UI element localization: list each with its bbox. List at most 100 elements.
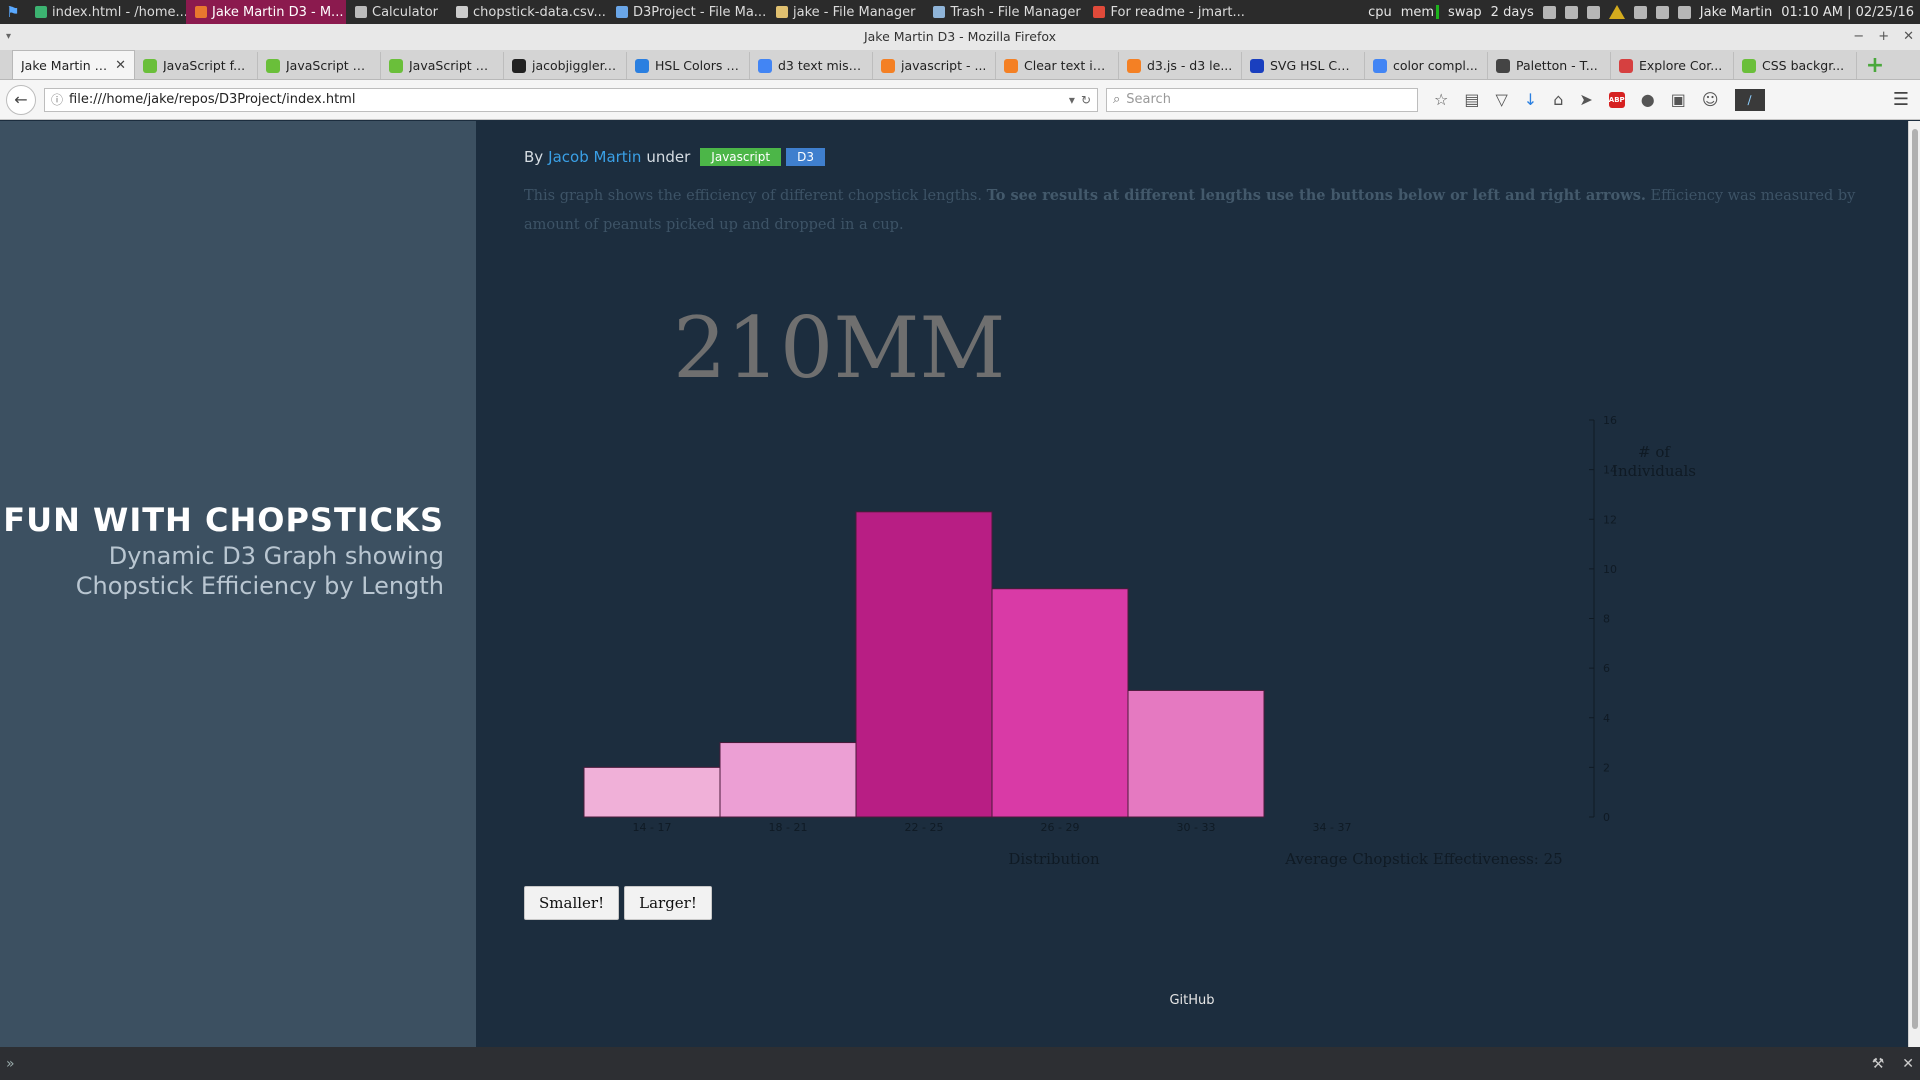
close-addon-bar-icon[interactable]: ✕: [1902, 1056, 1914, 1072]
clock[interactable]: 01:10 AM | 02/25/16: [1781, 5, 1914, 20]
reading-list-icon[interactable]: ▤: [1464, 90, 1479, 109]
taskbar-task[interactable]: Calculator: [346, 0, 447, 24]
mem-meter-icon: [1436, 5, 1440, 19]
taskbar-task[interactable]: D3Project - File Ma...: [607, 0, 767, 24]
pocket-icon[interactable]: ▽: [1495, 90, 1507, 109]
tab-favicon-icon: [881, 58, 895, 73]
browser-tab[interactable]: JavaScript f...: [135, 52, 258, 79]
uptime-label: 2 days: [1490, 4, 1534, 20]
tab-favicon-icon: [389, 58, 403, 73]
browser-tab[interactable]: CSS backgr...: [1734, 52, 1857, 79]
task-app-icon: [355, 6, 367, 18]
search-icon: ⌕: [1113, 92, 1121, 107]
tab-label: Clear text in...: [1024, 58, 1110, 73]
bar: [583, 766, 721, 818]
mail-icon[interactable]: [1633, 5, 1647, 19]
back-button[interactable]: ←: [6, 84, 36, 115]
warning-icon[interactable]: [1608, 5, 1625, 19]
tag-badge[interactable]: D3: [786, 148, 825, 166]
taskbar-task[interactable]: Trash - File Manager: [924, 0, 1084, 24]
size-controls: Smaller! Larger!: [524, 886, 712, 920]
search-bar[interactable]: ⌕ Search: [1106, 87, 1418, 112]
tab-label: d3.js - d3 le...: [1147, 58, 1233, 73]
tab-favicon-icon: [1004, 58, 1018, 73]
wifi-icon[interactable]: [1586, 5, 1600, 19]
toolbar-icons: ☆ ▤ ▽ ↓ ⌂ ➤ ABP ● ▣ ☺ ∕: [1434, 88, 1765, 111]
larger-button[interactable]: Larger!: [624, 886, 712, 920]
bars-group: [583, 511, 1265, 818]
y-tick-label: 8: [1603, 613, 1610, 626]
browser-tab[interactable]: Clear text in...: [996, 52, 1119, 79]
battery-icon[interactable]: [1677, 5, 1691, 19]
maximize-icon[interactable]: +: [1878, 24, 1889, 50]
search-placeholder[interactable]: Search: [1126, 92, 1171, 107]
extension-icon[interactable]: ▣: [1671, 90, 1686, 109]
bookmark-star-icon[interactable]: ☆: [1434, 90, 1448, 109]
task-label: Trash - File Manager: [950, 4, 1081, 20]
site-info-icon[interactable]: ⓘ: [51, 91, 63, 108]
bluetooth-icon[interactable]: [1542, 5, 1556, 19]
x-tick-label: 34 - 37: [1313, 821, 1352, 834]
browser-tab[interactable]: Jake Martin D3 ✕: [12, 50, 135, 79]
close-window-icon[interactable]: ✕: [1903, 24, 1914, 50]
taskbar-task[interactable]: For readme - jmart...: [1084, 0, 1244, 24]
x-tick-label: 26 - 29: [1041, 821, 1080, 834]
tag-badge[interactable]: Javascript: [700, 148, 782, 166]
taskbar-task[interactable]: jake - File Manager: [767, 0, 924, 24]
devtools-icon[interactable]: ∕: [1734, 88, 1765, 111]
github-link[interactable]: GitHub: [476, 993, 1908, 1008]
browser-tab[interactable]: Paletton - T...: [1488, 52, 1611, 79]
chat-icon[interactable]: ●: [1641, 90, 1655, 109]
smaller-button[interactable]: Smaller!: [524, 886, 620, 920]
browser-tab[interactable]: JavaScript N...: [258, 52, 381, 79]
page-scrollbar[interactable]: [1908, 121, 1920, 1047]
browser-tab[interactable]: d3.js - d3 le...: [1119, 52, 1242, 79]
browser-tab[interactable]: jacobjiggler....: [504, 52, 627, 79]
tab-favicon-icon: [143, 58, 157, 73]
url-dropdown-icon[interactable]: ▾: [1069, 93, 1075, 107]
tab-label: Jake Martin D3: [21, 57, 110, 73]
chrome-tray-icon[interactable]: [1564, 5, 1578, 19]
url-bar[interactable]: ⓘ file:///home/jake/repos/D3Project/inde…: [44, 87, 1098, 112]
tab-label: HSL Colors -...: [655, 58, 741, 73]
bar: [719, 742, 857, 818]
window-menu-icon[interactable]: ▾: [6, 24, 11, 50]
app-menu-icon[interactable]: ⚑: [0, 0, 26, 24]
send-tab-icon[interactable]: ➤: [1579, 90, 1592, 109]
tab-label: jacobjiggler....: [532, 58, 618, 73]
close-tab-icon[interactable]: ✕: [115, 58, 126, 73]
task-app-icon: [616, 6, 629, 18]
browser-tab[interactable]: SVG HSL Col...: [1242, 52, 1365, 79]
bar: [1127, 689, 1265, 818]
browser-tab[interactable]: color compl...: [1365, 52, 1488, 79]
browser-tab[interactable]: javascript - ...: [873, 52, 996, 79]
sidebar-panel: FUN WITH CHOPSTICKS Dynamic D3 Graph sho…: [0, 121, 476, 1047]
reload-icon[interactable]: ↻: [1081, 93, 1091, 107]
expand-addons-icon[interactable]: »: [6, 1056, 15, 1072]
greasemonkey-icon[interactable]: ☺: [1702, 90, 1719, 109]
downloads-icon[interactable]: ↓: [1524, 90, 1537, 109]
browser-tab[interactable]: HSL Colors -...: [627, 52, 750, 79]
browser-tab[interactable]: d3 text miss...: [750, 52, 873, 79]
author-link[interactable]: Jacob Martin: [548, 148, 641, 166]
home-icon[interactable]: ⌂: [1553, 90, 1563, 109]
minimize-icon[interactable]: −: [1853, 24, 1864, 50]
url-text[interactable]: file:///home/jake/repos/D3Project/index.…: [69, 92, 1063, 107]
taskbar-task[interactable]: chopstick-data.csv...: [447, 0, 607, 24]
x-tick-label: 14 - 17: [633, 821, 672, 834]
wrench-icon[interactable]: ⚒: [1872, 1056, 1885, 1072]
browser-tab[interactable]: Explore Cor...: [1611, 52, 1734, 79]
adblock-icon[interactable]: ABP: [1608, 91, 1625, 108]
y-tick-label: 2: [1603, 761, 1610, 774]
scrollbar-thumb[interactable]: [1912, 129, 1918, 1029]
y-axis-label-line1: # of: [1638, 443, 1671, 461]
window-title: Jake Martin D3 - Mozilla Firefox: [863, 29, 1057, 44]
menu-icon[interactable]: ☰: [1888, 87, 1914, 113]
taskbar-task[interactable]: index.html - /home...: [26, 0, 186, 24]
volume-icon[interactable]: [1655, 5, 1669, 19]
taskbar-task[interactable]: Jake Martin D3 - M...: [186, 0, 346, 24]
browser-tab[interactable]: JavaScript S...: [381, 52, 504, 79]
site-title: FUN WITH CHOPSTICKS: [3, 501, 444, 539]
user-name[interactable]: Jake Martin: [1700, 5, 1772, 20]
new-tab-icon[interactable]: +: [1861, 52, 1889, 79]
